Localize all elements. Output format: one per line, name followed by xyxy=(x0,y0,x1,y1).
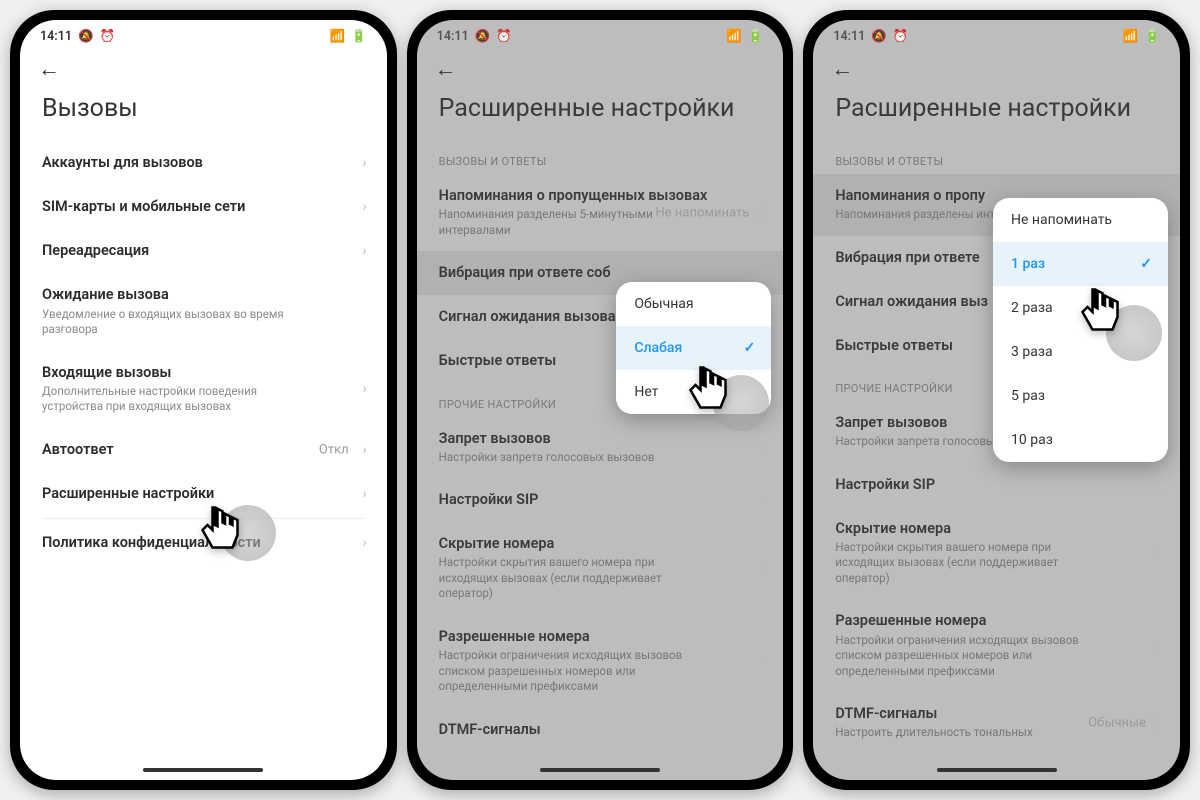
popup-option[interactable]: 10 раз xyxy=(993,418,1168,462)
chevron-right-icon: › xyxy=(362,535,366,551)
popup-option[interactable]: Не напоминать xyxy=(993,198,1168,242)
phone-frame-2: 14:11 🔕 ⏰ 📶 🔋 ← Расширенные настройки ВЫ… xyxy=(407,10,794,790)
signal-icon: 📶 xyxy=(726,29,742,44)
section-header: ВЫЗОВЫ И ОТВЕТЫ xyxy=(813,141,1180,174)
back-button[interactable]: ← xyxy=(831,57,853,82)
back-button[interactable]: ← xyxy=(38,57,60,82)
popup-option[interactable]: 5 раз xyxy=(993,374,1168,418)
updown-icon: ▲▼ xyxy=(1152,716,1160,730)
chevron-right-icon: › xyxy=(759,653,763,669)
updown-icon: ▲▼ xyxy=(755,206,763,220)
chevron-right-icon: › xyxy=(759,492,763,508)
item-advanced[interactable]: Расширенные настройки › xyxy=(20,472,387,516)
item-hide-number[interactable]: Скрытие номера Настройки скрытия вашего … xyxy=(417,522,784,615)
screen-2: 14:11 🔕 ⏰ 📶 🔋 ← Расширенные настройки ВЫ… xyxy=(417,20,784,780)
phone-frame-1: 14:11 🔕 ⏰ 📶 🔋 ← Вызовы Аккаунты для вызо… xyxy=(10,10,397,790)
chevron-right-icon: › xyxy=(362,442,366,458)
item-autoanswer[interactable]: Автоответ Откл › xyxy=(20,428,387,472)
item-allowed-numbers[interactable]: Разрешенные номера Настройки ограничения… xyxy=(417,615,784,708)
phone-frame-3: 14:11 🔕 ⏰ 📶 🔋 ← Расширенные настройки ВЫ… xyxy=(803,10,1190,790)
item-hide-number[interactable]: Скрытие номера Настройки скрытия вашего … xyxy=(813,507,1180,600)
avatar-icon xyxy=(713,375,769,431)
mute-icon: 🔕 xyxy=(871,29,887,44)
status-bar: 14:11 🔕 ⏰ 📶 🔋 xyxy=(20,20,387,48)
check-icon: ✓ xyxy=(1140,256,1152,272)
item-dtmf[interactable]: DTMF-сигналы Настроить длительность тона… xyxy=(813,692,1180,754)
alarm-icon: ⏰ xyxy=(496,29,512,44)
page-title: Вызовы xyxy=(20,88,387,141)
home-indicator xyxy=(937,768,1057,772)
settings-list: ВЫЗОВЫ И ОТВЕТЫ Напоминания о пропущенны… xyxy=(417,141,784,762)
chevron-right-icon: › xyxy=(362,243,366,259)
signal-icon: 📶 xyxy=(1123,29,1139,44)
item-sip[interactable]: Настройки SIP › xyxy=(813,463,1180,507)
item-call-waiting[interactable]: Ожидание вызова Уведомление о входящих в… xyxy=(20,273,387,350)
home-indicator xyxy=(540,768,660,772)
chevron-right-icon: › xyxy=(362,381,366,397)
item-missed-reminders[interactable]: Напоминания о пропущенных вызовах Напоми… xyxy=(417,174,784,251)
popup-option[interactable]: Обычная xyxy=(616,282,771,326)
alarm-icon: ⏰ xyxy=(100,29,116,44)
back-button[interactable]: ← xyxy=(435,57,457,82)
battery-icon: 🔋 xyxy=(748,29,764,44)
section-header: ВЫЗОВЫ И ОТВЕТЫ xyxy=(417,141,784,174)
check-icon: ✓ xyxy=(744,340,756,356)
item-privacy[interactable]: Политика конфиденциальности › xyxy=(20,521,387,565)
chevron-right-icon: › xyxy=(759,439,763,455)
battery-icon: 🔋 xyxy=(351,29,367,44)
popup-option-selected[interactable]: 1 раз✓ xyxy=(993,242,1168,286)
avatar-icon xyxy=(1106,305,1162,361)
popup-option-selected[interactable]: Слабая✓ xyxy=(616,326,771,370)
status-time: 14:11 xyxy=(833,29,865,44)
item-incoming[interactable]: Входящие вызовы Дополнительные настройки… xyxy=(20,351,387,428)
item-sip[interactable]: Настройки SIP › xyxy=(417,478,784,522)
status-bar: 14:11 🔕 ⏰ 📶 🔋 xyxy=(417,20,784,48)
battery-icon: 🔋 xyxy=(1144,29,1160,44)
divider xyxy=(42,518,365,519)
page-title: Расширенные настройки xyxy=(417,88,784,141)
chevron-right-icon: › xyxy=(1156,545,1160,561)
item-allowed-numbers[interactable]: Разрешенные номера Настройки ограничения… xyxy=(813,599,1180,692)
chevron-right-icon: › xyxy=(1156,477,1160,493)
item-dtmf[interactable]: DTMF-сигналы xyxy=(417,708,784,752)
screen-3: 14:11 🔕 ⏰ 📶 🔋 ← Расширенные настройки ВЫ… xyxy=(813,20,1180,780)
chevron-right-icon: › xyxy=(362,199,366,215)
avatar-icon xyxy=(220,505,276,561)
status-bar: 14:11 🔕 ⏰ 📶 🔋 xyxy=(813,20,1180,48)
home-indicator xyxy=(143,768,263,772)
item-accounts[interactable]: Аккаунты для вызовов › xyxy=(20,141,387,185)
chevron-right-icon: › xyxy=(362,155,366,171)
mute-icon: 🔕 xyxy=(78,29,94,44)
chevron-right-icon: › xyxy=(362,486,366,502)
page-title: Расширенные настройки xyxy=(813,88,1180,141)
status-time: 14:11 xyxy=(437,29,469,44)
screen-1: 14:11 🔕 ⏰ 📶 🔋 ← Вызовы Аккаунты для вызо… xyxy=(20,20,387,780)
settings-list: Аккаунты для вызовов › SIM-карты и мобил… xyxy=(20,141,387,575)
alarm-icon: ⏰ xyxy=(893,29,909,44)
mute-icon: 🔕 xyxy=(475,29,491,44)
item-forwarding[interactable]: Переадресация › xyxy=(20,229,387,273)
chevron-right-icon: › xyxy=(1156,638,1160,654)
item-sim[interactable]: SIM-карты и мобильные сети › xyxy=(20,185,387,229)
signal-icon: 📶 xyxy=(330,29,346,44)
status-time: 14:11 xyxy=(40,29,72,44)
chevron-right-icon: › xyxy=(759,561,763,577)
